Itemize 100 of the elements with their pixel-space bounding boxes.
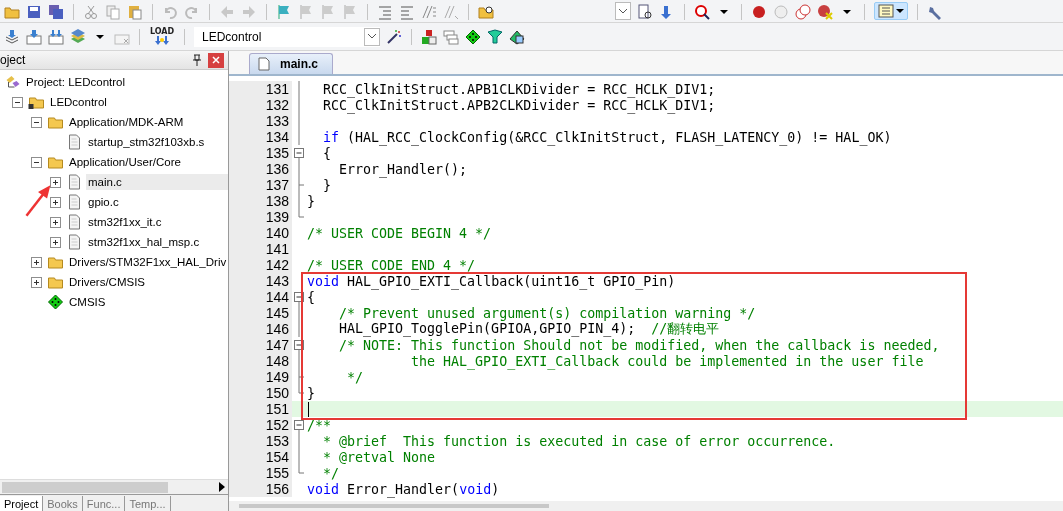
magic-wand-icon[interactable] — [386, 28, 402, 45]
tree-item[interactable]: gpio.c — [86, 194, 228, 210]
code-line: /* USER CODE BEGIN 4 */ — [307, 225, 492, 241]
scrollbar-thumb[interactable] — [239, 504, 549, 508]
expand-toggle[interactable] — [50, 236, 61, 248]
panel-tab[interactable]: Project — [0, 496, 44, 511]
download-arrows-icon — [154, 36, 170, 46]
window-layout-icon — [878, 4, 894, 18]
paste-icon[interactable] — [127, 4, 143, 20]
code-line: } — [322, 177, 332, 193]
file-icon — [66, 194, 83, 210]
load-button[interactable]: LOAD — [149, 27, 175, 46]
unindent-icon[interactable] — [399, 4, 415, 20]
code-line: { — [322, 145, 332, 161]
code-line: /* NOTE: This function Should not be modified, when the callback is needed, — [338, 337, 940, 353]
open-folder-icon[interactable] — [4, 4, 20, 20]
save-all-icon[interactable] — [48, 4, 64, 20]
collapse-toggle[interactable] — [12, 96, 23, 108]
tree-item[interactable]: stm32f1xx_it.c — [86, 214, 228, 230]
line-number: 152 — [229, 417, 292, 433]
code-line: /* Prevent unused argument(s) compilation warning */ — [338, 305, 756, 321]
fold-marker[interactable] — [292, 145, 307, 161]
file-icon — [66, 174, 83, 190]
expand-toggle[interactable] — [31, 256, 42, 268]
fold-marker[interactable] — [292, 417, 307, 433]
diamond-icon[interactable] — [465, 28, 481, 45]
target-select[interactable]: LEDcontrol — [194, 26, 380, 47]
project-icon — [4, 74, 21, 90]
breakpoint-remove-icon[interactable] — [817, 4, 833, 20]
code-line: RCC_ClkInitStruct.APB2CLKDivider = RCC_HCLK_DIV1; — [322, 97, 716, 113]
plus-icon — [52, 178, 59, 186]
comment-lines-icon[interactable] — [421, 4, 437, 20]
find-in-files-icon[interactable] — [637, 4, 653, 20]
line-number: 149 — [229, 369, 292, 385]
code-line: the HAL_GPIO_EXTI_Callback could be implemented in the user file — [410, 353, 924, 369]
file-tab[interactable]: main.c — [249, 53, 333, 74]
tree-item[interactable]: Application/User/Core — [67, 154, 228, 170]
folder-search-icon[interactable] — [478, 4, 494, 20]
components-icon[interactable] — [421, 28, 437, 45]
pack-installer-icon[interactable] — [509, 28, 525, 45]
funnel-icon[interactable] — [487, 28, 503, 45]
line-number: 139 — [229, 209, 292, 225]
collapse-toggle[interactable] — [31, 156, 42, 168]
breakpoints-icon[interactable] — [795, 4, 811, 20]
file-icon — [66, 234, 83, 250]
expand-toggle[interactable] — [50, 216, 61, 228]
rebuild-icon[interactable] — [48, 28, 64, 45]
diamond-icon — [47, 294, 64, 310]
line-number: 144 — [229, 289, 292, 305]
code-line: HAL_GPIO_TogglePin(GPIOA,GPIO_PIN_4); //翻转电平 — [338, 321, 720, 338]
window-layout-button[interactable] — [874, 2, 908, 20]
scissors-icon[interactable] — [83, 4, 99, 20]
scrollbar-thumb[interactable] — [2, 481, 168, 493]
line-number: 136 — [229, 161, 292, 177]
tree-item[interactable]: Project: LEDcontrol — [24, 74, 228, 90]
fold-marker[interactable] — [292, 337, 307, 353]
plus-icon — [33, 278, 40, 286]
plus-icon — [52, 198, 59, 206]
line-number: 131 — [229, 81, 292, 97]
save-icon[interactable] — [26, 4, 42, 20]
line-number: 156 — [229, 481, 292, 497]
line-number: 154 — [229, 449, 292, 465]
code-line: void HAL_GPIO_EXTI_Callback(uint16_t GPIO_Pin) — [307, 273, 676, 289]
build-icon[interactable] — [26, 28, 42, 45]
indent-icon[interactable] — [377, 4, 393, 20]
close-button[interactable] — [208, 52, 224, 68]
line-number: 140 — [229, 225, 292, 241]
wrench-icon[interactable] — [927, 4, 943, 20]
windows-icon[interactable] — [443, 28, 459, 45]
collapse-toggle[interactable] — [31, 116, 42, 128]
expand-toggle[interactable] — [50, 176, 61, 188]
line-number: 151 — [229, 401, 292, 417]
dropdown-button[interactable] — [615, 2, 631, 20]
tree-item[interactable]: Drivers/STM32F1xx_HAL_Driv — [67, 254, 228, 270]
tree-item[interactable]: CMSIS — [67, 294, 228, 310]
scroll-right-icon[interactable] — [218, 482, 226, 492]
tree-item[interactable]: stm32f1xx_hal_msp.c — [86, 234, 228, 250]
line-number: 148 — [229, 353, 292, 369]
flag-icon[interactable] — [276, 4, 292, 20]
batch-build-icon[interactable] — [70, 28, 86, 45]
breakpoint-icon[interactable] — [751, 4, 767, 20]
tree-item[interactable]: main.c — [86, 174, 228, 190]
tree-item[interactable]: Drivers/CMSIS — [67, 274, 228, 290]
line-number: 138 — [229, 193, 292, 209]
fold-marker[interactable] — [292, 289, 307, 305]
plus-icon — [52, 218, 59, 226]
expand-toggle[interactable] — [31, 276, 42, 288]
expand-toggle[interactable] — [50, 196, 61, 208]
tree-item[interactable]: Application/MDK-ARM — [67, 114, 228, 130]
file-icon — [66, 134, 83, 150]
tree-item[interactable]: LEDcontrol — [48, 94, 228, 110]
file-icon — [258, 57, 270, 71]
line-number: 142 — [229, 257, 292, 273]
translate-icon[interactable] — [4, 28, 20, 45]
tree-item[interactable]: startup_stm32f103xb.s — [86, 134, 228, 150]
debug-magnifier-icon[interactable] — [694, 4, 710, 20]
line-number: 146 — [229, 321, 292, 337]
code-line: if (HAL_RCC_ClockConfig(&RCC_ClkInitStruct, FLASH_LATENCY_0) != HAL_OK) — [322, 129, 892, 145]
line-number: 141 — [229, 241, 292, 257]
pin-icon[interactable] — [192, 54, 202, 66]
